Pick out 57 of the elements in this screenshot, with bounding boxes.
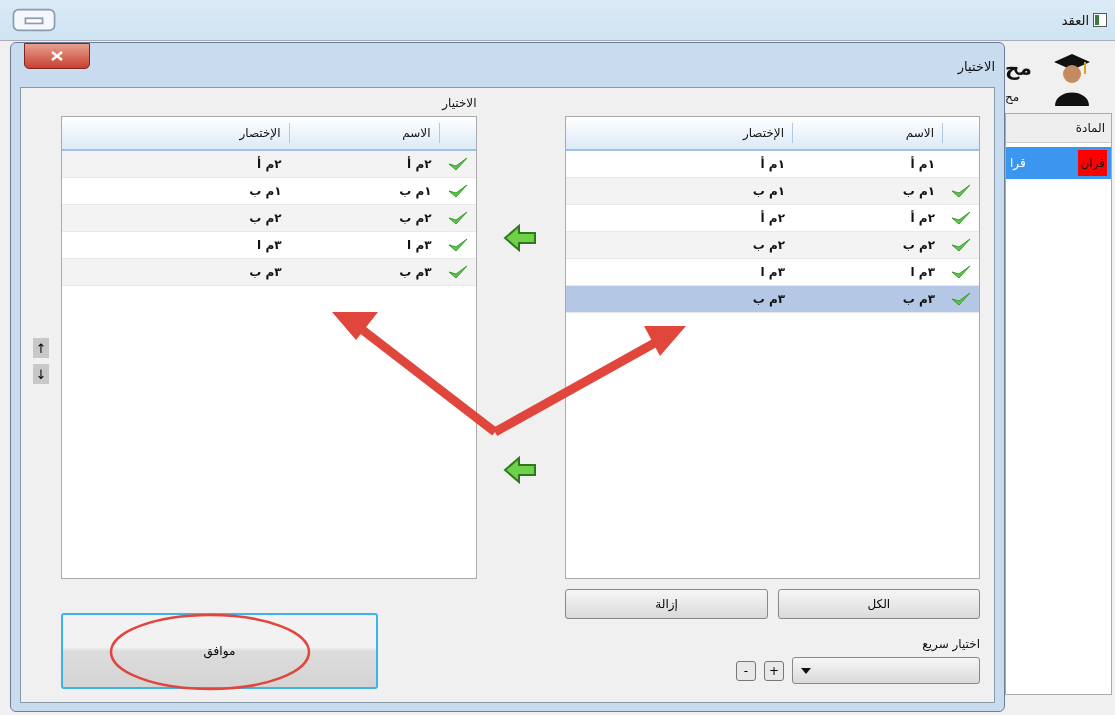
action-button[interactable]: إزالة	[565, 589, 768, 619]
move-button[interactable]: ↑	[33, 338, 49, 358]
abbreviation-cell-text: ١م ب	[752, 184, 786, 198]
remove-button[interactable]: -	[736, 660, 756, 681]
user-detail: مح	[1005, 90, 1020, 104]
column-header[interactable]: المادة	[1006, 114, 1111, 143]
abbreviation-cell-text: ١م ب	[249, 184, 283, 198]
abbreviation-cell-text: ٣م ب	[752, 292, 786, 306]
table-cell: قرا	[1010, 156, 1026, 170]
panel-label: الاختيار	[442, 96, 477, 112]
list-row[interactable]: ١م ب ١م ب	[566, 178, 979, 205]
close-button[interactable]	[24, 43, 90, 69]
name-cell-text: ١م أ	[909, 157, 936, 171]
name-cell-text: ٣م ب	[901, 292, 936, 306]
column-header[interactable]: الاسم	[792, 123, 942, 143]
name-cell-text: ٢م ب	[901, 238, 936, 252]
window-title: العقد	[1061, 12, 1089, 28]
close-icon	[51, 51, 63, 61]
column-header[interactable]: الإختصار	[742, 123, 792, 143]
name-cell-text: ٣م ب	[398, 265, 433, 279]
abbreviation-cell-text: ١م أ	[760, 157, 786, 171]
dialog-title: الاختيار	[957, 59, 995, 74]
quick-select-dropdown[interactable]	[792, 657, 980, 684]
move-left-arrow-icon[interactable]	[502, 224, 537, 252]
abbreviation-cell-text: ٢م أ	[760, 211, 786, 225]
move-left-arrow-icon[interactable]	[502, 456, 537, 484]
column-header[interactable]: الإختصار	[239, 123, 289, 143]
list-row[interactable]: ٢م ب ٢م ب	[566, 232, 979, 259]
quick-select-label: اختيار سريع	[922, 637, 980, 651]
list-row[interactable]: ٢م ب ٢م ب	[61, 205, 476, 232]
abbreviation-cell-text: ٢م أ	[257, 157, 283, 171]
list-row[interactable]: ٣م ب ٣م ب	[566, 286, 979, 313]
move-button[interactable]: ↓	[33, 364, 49, 384]
abbreviation-cell-text: ٣م ا	[760, 265, 786, 279]
column-header[interactable]: الاسم	[288, 123, 439, 143]
name-cell-text: ٣م ا	[909, 265, 936, 279]
window-icon	[1093, 13, 1107, 27]
list-row[interactable]: ٢م أ ٢م أ	[61, 151, 476, 178]
name-cell-text: ٢م أ	[406, 157, 433, 171]
dropdown-caret-icon	[801, 667, 811, 674]
name-cell-text: ٢م ب	[398, 211, 433, 225]
action-button[interactable]: الكل	[777, 589, 980, 619]
ok-button[interactable]: موافق	[60, 613, 378, 689]
name-cell-text: ٣م ا	[406, 238, 433, 252]
minimize-icon[interactable]	[10, 8, 58, 32]
abbreviation-cell-text: ٢م ب	[752, 238, 786, 252]
name-cell-text: ١م ب	[901, 184, 936, 198]
list-row[interactable]: ٣م ب ٣م ب	[61, 259, 476, 286]
abbreviation-cell-text: ٣م ا	[257, 238, 283, 252]
user-name: مح	[1005, 56, 1032, 80]
name-cell-text: ١م ب	[398, 184, 433, 198]
table-row[interactable]: قران قرا	[1006, 147, 1111, 179]
name-cell-text: ٢م أ	[909, 211, 936, 225]
abbreviation-cell-text: ٢م ب	[249, 211, 283, 225]
subject-tag: قران	[1078, 150, 1107, 176]
abbreviation-cell-text: ٣م ب	[249, 265, 283, 279]
add-button[interactable]: +	[764, 660, 784, 681]
